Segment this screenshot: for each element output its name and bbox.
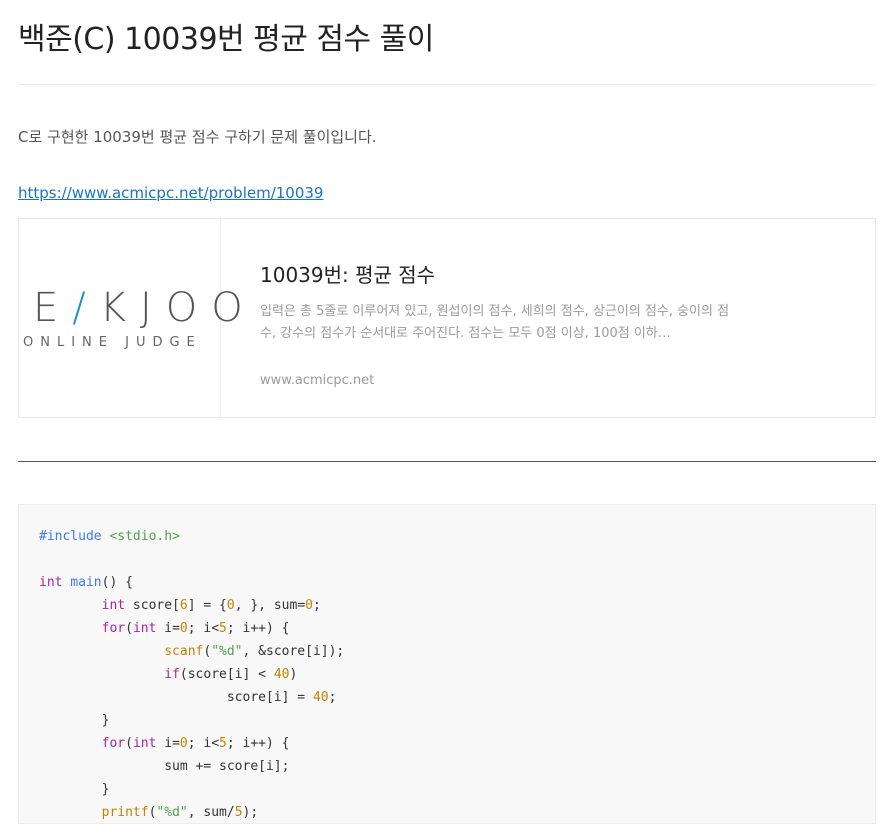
code-line: }: [39, 713, 110, 728]
section-divider: [18, 461, 876, 462]
problem-link[interactable]: https://www.acmicpc.net/problem/10039: [18, 184, 323, 202]
post-intro: C로 구현한 10039번 평균 점수 구하기 문제 풀이입니다.: [18, 128, 377, 146]
code-block: #include <stdio.h> int main() { int scor…: [18, 504, 876, 824]
code-line: }: [39, 782, 110, 797]
card-description: 입력은 총 5줄로 이루어져 있고, 원섭이의 점수, 세희의 점수, 상근이의…: [260, 304, 730, 341]
code-content: #include <stdio.h> int main() { int scor…: [19, 505, 875, 824]
baekjoon-logo: E/KJOO: [33, 285, 257, 331]
code-line: scanf("%d", &score[i]);: [164, 644, 345, 659]
code-line: printf("%d", sum/5);: [101, 805, 259, 820]
code-line: #include <stdio.h>: [39, 529, 180, 544]
code-line: sum += score[i];: [39, 759, 290, 774]
logo-subtitle: ONLINE JUDGE: [23, 335, 202, 350]
post-title: 백준(C) 10039번 평균 점수 풀이: [18, 22, 434, 57]
code-line: if(score[i] < 40): [164, 667, 298, 682]
card-domain: www.acmicpc.net: [260, 373, 375, 388]
code-line: score[i] = 40;: [39, 690, 337, 705]
card-thumbnail: E/KJOO ONLINE JUDGE: [19, 219, 243, 417]
title-divider: [18, 84, 876, 85]
code-line: for(int i=0; i<5; i++) {: [101, 621, 290, 636]
code-line: for(int i=0; i<5; i++) {: [101, 736, 290, 751]
link-preview-card[interactable]: E/KJOO ONLINE JUDGE 10039번: 평균 점수 입력은 총 …: [18, 218, 876, 418]
code-line: int main() {: [39, 575, 133, 590]
code-line: int score[6] = {0, }, sum=0;: [101, 598, 321, 613]
card-title[interactable]: 10039번: 평균 점수: [260, 259, 435, 288]
